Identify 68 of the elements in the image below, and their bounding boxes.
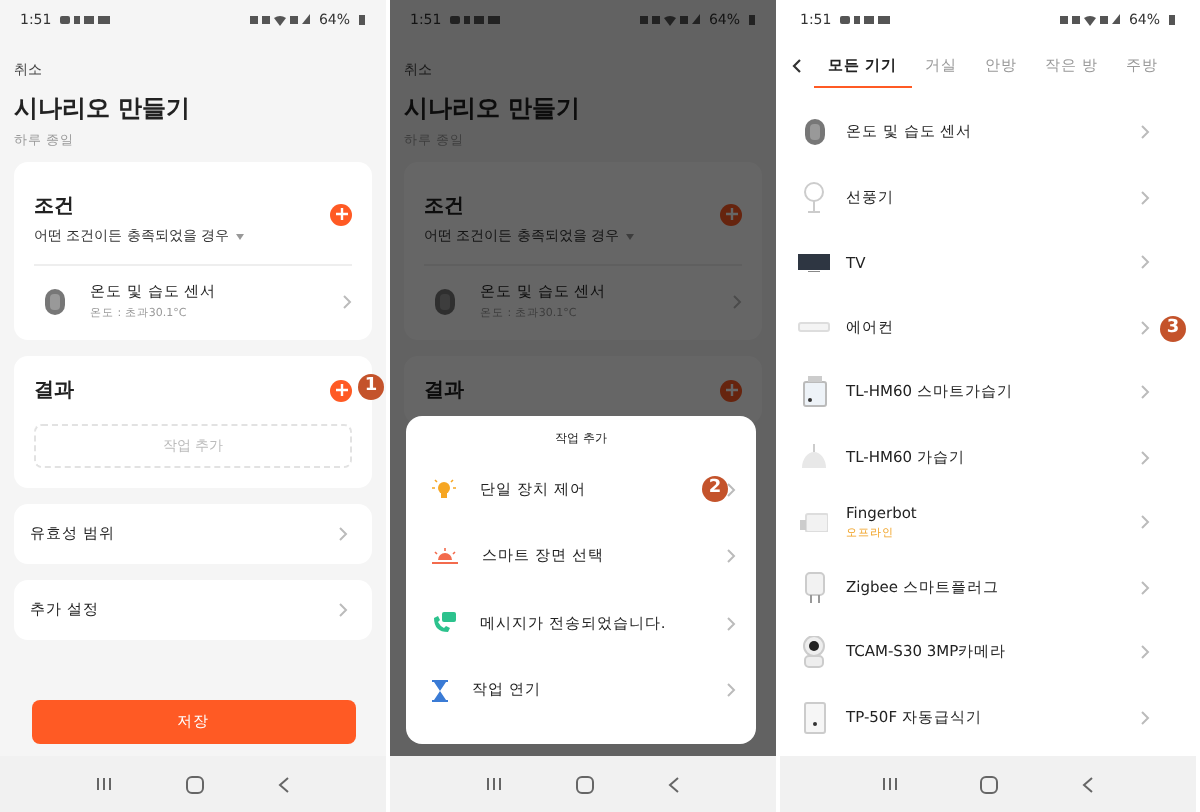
switch-bot-icon <box>800 512 828 533</box>
chevron-right-icon <box>726 682 736 699</box>
recent-apps-icon[interactable] <box>881 776 898 792</box>
home-icon[interactable] <box>185 775 204 793</box>
plus-icon <box>335 384 347 396</box>
card-title: 결과 <box>424 378 464 404</box>
dropdown-caret-icon[interactable] <box>235 233 244 239</box>
card-title: 조건 <box>34 196 74 218</box>
chevron-right-icon <box>726 548 736 565</box>
chevron-right-icon <box>1140 644 1150 661</box>
card-title: 결과 <box>34 378 74 404</box>
battery-icon <box>358 14 366 26</box>
step-number-badge: 2 <box>702 476 728 502</box>
sensor-icon <box>44 287 66 315</box>
lightbulb-icon <box>432 478 456 501</box>
sensor-icon <box>434 287 456 315</box>
signal-wifi-icons-drawing <box>250 14 311 26</box>
battery-icon <box>748 14 756 26</box>
security-camera-icon <box>802 636 826 669</box>
home-icon[interactable] <box>980 775 999 793</box>
chevron-right-icon <box>1140 319 1150 336</box>
sunrise-icon <box>432 548 458 565</box>
pet-feeder-icon <box>803 701 825 734</box>
chevron-right-icon <box>726 615 736 632</box>
notification-icons-drawing <box>59 14 112 26</box>
chevron-right-icon <box>1140 124 1150 141</box>
add-button[interactable] <box>330 203 352 225</box>
add-button[interactable] <box>330 379 352 401</box>
screen-title: 시나리오 만들기 <box>404 92 583 126</box>
diffuser-icon <box>800 444 828 471</box>
notification-icons-drawing <box>839 14 892 26</box>
screen-title: 시나리오 만들기 <box>14 92 193 126</box>
humidifier-icon <box>801 376 827 409</box>
chevron-right-icon <box>732 293 742 309</box>
chevron-right-icon <box>338 526 348 542</box>
recent-apps-icon[interactable] <box>96 776 113 792</box>
battery-icon <box>1168 14 1176 26</box>
hourglass-icon <box>432 679 448 702</box>
chevron-right-icon <box>1140 709 1150 726</box>
chevron-right-icon <box>1140 254 1150 271</box>
phone-message-icon <box>432 612 456 635</box>
tv-icon <box>798 253 830 272</box>
chevron-right-icon <box>726 481 736 498</box>
signal-wifi-icons-drawing <box>1060 14 1121 26</box>
step-number-badge: 3 <box>1160 315 1186 341</box>
fan-icon <box>802 181 826 214</box>
air-conditioner-icon <box>798 322 830 333</box>
recent-apps-icon[interactable] <box>486 776 503 792</box>
chevron-right-icon <box>1140 384 1150 401</box>
chevron-right-icon <box>1140 449 1150 466</box>
notification-icons-drawing <box>449 14 502 26</box>
chevron-right-icon <box>1140 189 1150 206</box>
back-icon[interactable] <box>1082 775 1095 793</box>
back-icon[interactable] <box>667 775 680 793</box>
chevron-right-icon <box>338 602 348 618</box>
sensor-icon <box>803 118 825 147</box>
plus-icon <box>725 384 737 396</box>
card-title: 조건 <box>424 196 464 218</box>
smart-plug-icon <box>803 571 825 604</box>
plus-icon <box>335 208 347 220</box>
signal-wifi-icons-drawing <box>640 14 701 26</box>
chevron-right-icon <box>1140 579 1150 596</box>
back-icon[interactable] <box>277 775 290 793</box>
chevron-right-icon <box>342 293 352 309</box>
plus-icon <box>725 208 737 220</box>
chevron-right-icon <box>1140 514 1150 531</box>
step-number-badge: 1 <box>358 374 384 400</box>
home-icon[interactable] <box>575 775 594 793</box>
